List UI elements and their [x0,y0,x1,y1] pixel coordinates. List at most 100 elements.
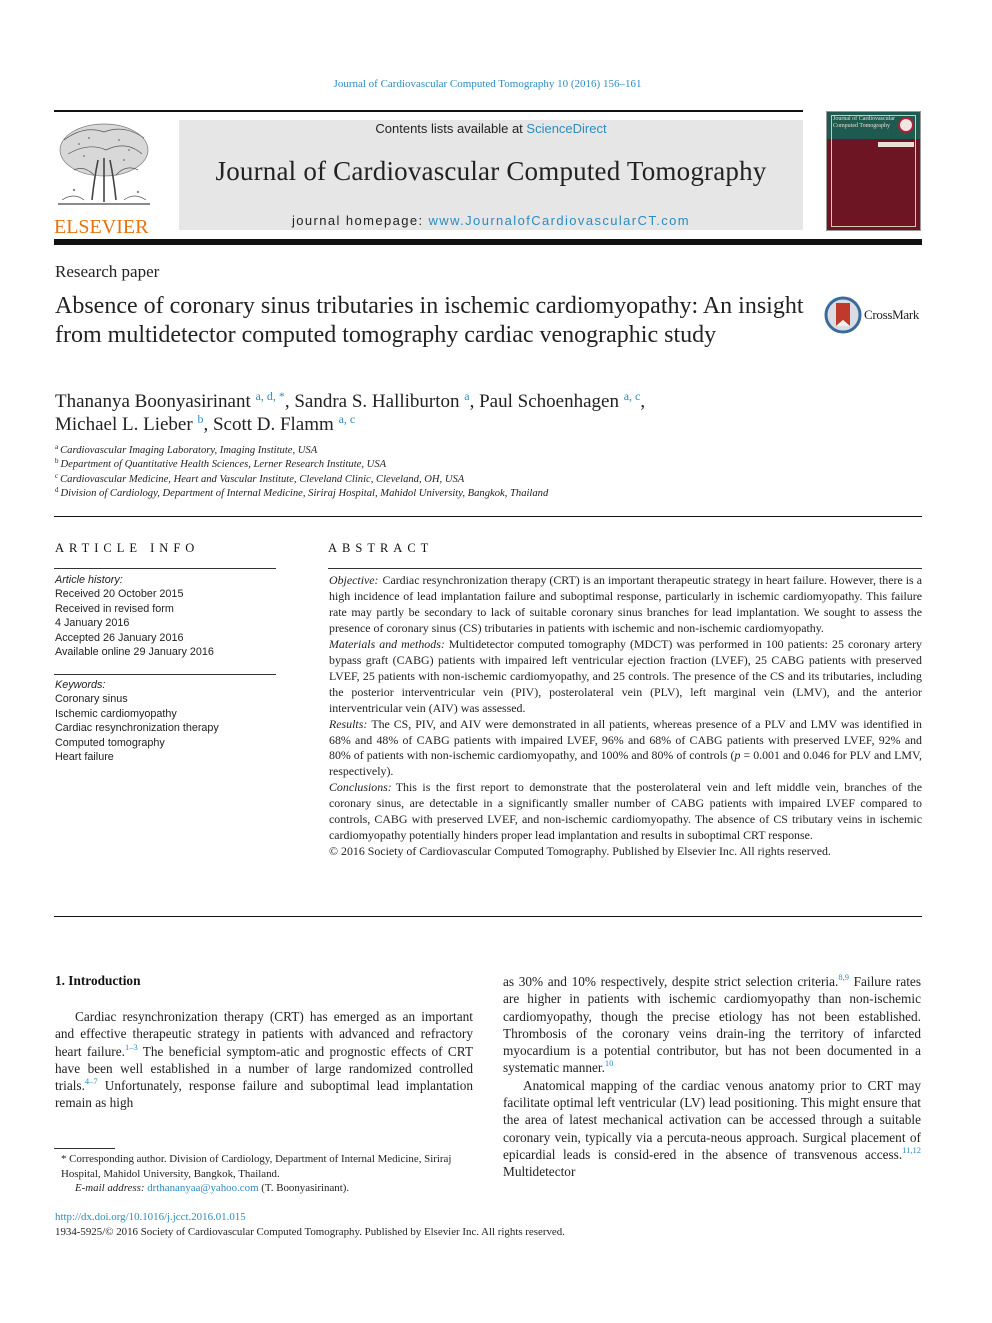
affiliation: d Division of Cardiology, Department of I… [55,487,855,501]
results-label: Results: [329,716,368,731]
author-list: Thananya Boonyasirinant a, d, *, Sandra … [55,390,755,436]
paragraph-text: as 30% and 10% respectively, despite str… [503,974,839,989]
history-entry: 4 January 2016 [55,617,130,630]
journal-header-box: Contents lists available at ScienceDirec… [179,120,803,230]
keyword: Computed tomography [55,736,165,749]
author-affiliation-refs[interactable]: a, d, * [256,389,285,403]
cover-title: Journal of Cardiovascular Computed Tomog… [833,116,895,129]
keyword: Ischemic cardiomyopathy [55,707,177,720]
author-name[interactable]: Michael L. Lieber [55,414,193,435]
divider [54,674,276,675]
affiliation: c Cardiovascular Medicine, Heart and Vasc… [55,471,855,487]
methods-label: Materials and methods: [329,636,445,651]
paragraph-text: Multidetector [503,1164,576,1180]
history-entry: Available online 29 January 2016 [55,646,214,659]
email-link[interactable]: drthananyaa@yahoo.com [147,1182,258,1194]
elsevier-wordmark: ELSEVIER [54,216,149,238]
homepage-prefix: journal homepage: [292,213,429,228]
crossmark-label: CrossMark [864,307,920,322]
author[interactable]: Scott D. Flamm a, c [213,412,356,435]
corresponding-author-text: * Corresponding author. Division of Card… [61,1153,452,1180]
author-separator: , [203,414,213,435]
history-entry: Received 20 October 2015 [55,588,184,601]
abstract-objective: Objective: Cardiac resynchronization ther… [329,573,922,637]
author-name[interactable]: Scott D. Flamm [213,414,334,435]
keywords: Keywords: Coronary sinus Ischemic cardio… [55,678,280,764]
body-paragraph: as 30% and 10% respectively, despite str… [503,973,921,1077]
paragraph-text: Failure rates are higher in patients wit… [503,974,921,1076]
conclusions-label: Conclusions: [329,780,392,795]
journal-cover-thumbnail[interactable]: Journal of Cardiovascular Computed Tomog… [826,111,921,231]
objective-label: Objective: [329,573,379,587]
reference-link[interactable]: 10 [605,1058,614,1068]
divider [54,568,276,569]
homepage-line: journal homepage: www.JournalofCardiovas… [179,213,803,228]
article-history: Article history: Received 20 October 201… [55,573,280,659]
body-paragraph: Cardiac resynchronization therapy (CRT) … [55,1008,473,1112]
abstract-copyright: © 2016 Society of Cardiovascular Compute… [329,844,831,859]
keyword: Heart failure [55,751,114,764]
divider [54,516,922,517]
reference-link[interactable]: 4–7 [85,1076,98,1086]
body-column-left: Cardiac resynchronization therapy (CRT) … [55,1008,473,1112]
abstract-methods: Materials and methods: Multidetector comp… [329,637,922,717]
reference-link[interactable]: 11,12 [902,1145,921,1155]
cover-tag [878,142,914,147]
abstract-conclusions: Conclusions: This is the first report to … [329,780,922,844]
contents-line: Contents lists available at ScienceDirec… [179,121,803,136]
objective-text: Cardiac resynchronization therapy (CRT) … [329,573,922,635]
journal-citation-link[interactable]: Journal of Cardiovascular Computed Tomog… [0,78,975,90]
footnote-rule [54,1148,115,1149]
corresponding-author-footnote: * Corresponding author. Division of Card… [55,1152,475,1196]
elsevier-logo[interactable]: ELSEVIER [54,120,154,237]
paragraph-text: Unfortunately, response failure and subo… [55,1078,473,1111]
history-entry: Accepted 26 January 2016 [55,631,184,644]
conclusions-text: This is the first report to demonstrate … [329,780,922,843]
author-name[interactable]: Paul Schoenhagen [479,391,619,412]
article-title: Absence of coronary sinus tributaries in… [55,293,804,348]
elsevier-tree-icon [58,123,150,205]
sciencedirect-link[interactable]: ScienceDirect [526,121,606,136]
header-bottom-rule [54,239,922,245]
abstract-heading: ABSTRACT [328,541,434,555]
author[interactable]: Michael L. Lieber b [55,413,203,435]
issn-copyright: 1934-5925/© 2016 Society of Cardiovascul… [55,1226,565,1238]
header-top-rule [54,110,803,112]
author[interactable]: Paul Schoenhagen a, c [479,389,641,412]
author-affiliation-refs[interactable]: a, c [339,412,356,426]
author-name[interactable]: Thananya Boonyasirinant [55,391,251,412]
keyword: Coronary sinus [55,693,128,706]
section-heading-introduction: 1. Introduction [55,973,141,988]
divider [328,568,922,569]
affiliation: a Cardiovascular Imaging Laboratory, Imag… [55,444,855,458]
body-paragraph: Anatomical mapping of the cardiac venous… [503,1077,921,1181]
doi-link[interactable]: http://dx.doi.org/10.1016/j.jcct.2016.01… [55,1211,246,1223]
body-column-right: as 30% and 10% respectively, despite str… [503,973,921,1181]
affiliation-list: a Cardiovascular Imaging Laboratory, Imag… [55,444,855,502]
divider [54,916,922,917]
journal-name: Journal of Cardiovascular Computed Tomog… [215,156,767,186]
crossmark-icon [824,296,862,334]
reference-link[interactable]: 8,9 [838,972,849,982]
article-history-label: Article history: [55,574,123,586]
abstract-results: Results: The CS, PIV, and AIV were demons… [329,717,922,781]
crossmark-badge[interactable]: CrossMark [824,296,924,334]
author-separator: , [284,391,295,412]
author[interactable]: Thananya Boonyasirinant a, d, * [55,389,285,412]
author-name[interactable]: Sandra S. Halliburton [294,391,459,412]
journal-homepage-link[interactable]: www.JournalofCardiovascularCT.com [429,213,691,228]
reference-link[interactable]: 1–3 [125,1042,138,1052]
paragraph-text: Anatomical mapping of the cardiac venous… [503,1077,921,1162]
author[interactable]: Sandra S. Halliburton a [294,390,469,412]
affiliation-key: b [55,457,59,466]
affiliation-text: Department of Quantitative Health Scienc… [60,459,387,471]
affiliation-key: c [55,471,59,480]
abstract-body: Objective: Cardiac resynchronization ther… [329,573,922,860]
affiliation-text: Cardiovascular Imaging Laboratory, Imagi… [60,445,318,456]
email-suffix: (T. Boonyasirinant). [258,1182,350,1194]
author-affiliation-refs[interactable]: a, c [624,389,641,403]
affiliation-text: Division of Cardiology, Department of In… [60,488,549,500]
email-label: E-mail address: [75,1182,145,1194]
affiliation-key: a [55,443,59,451]
article-type: Research paper [55,262,160,281]
